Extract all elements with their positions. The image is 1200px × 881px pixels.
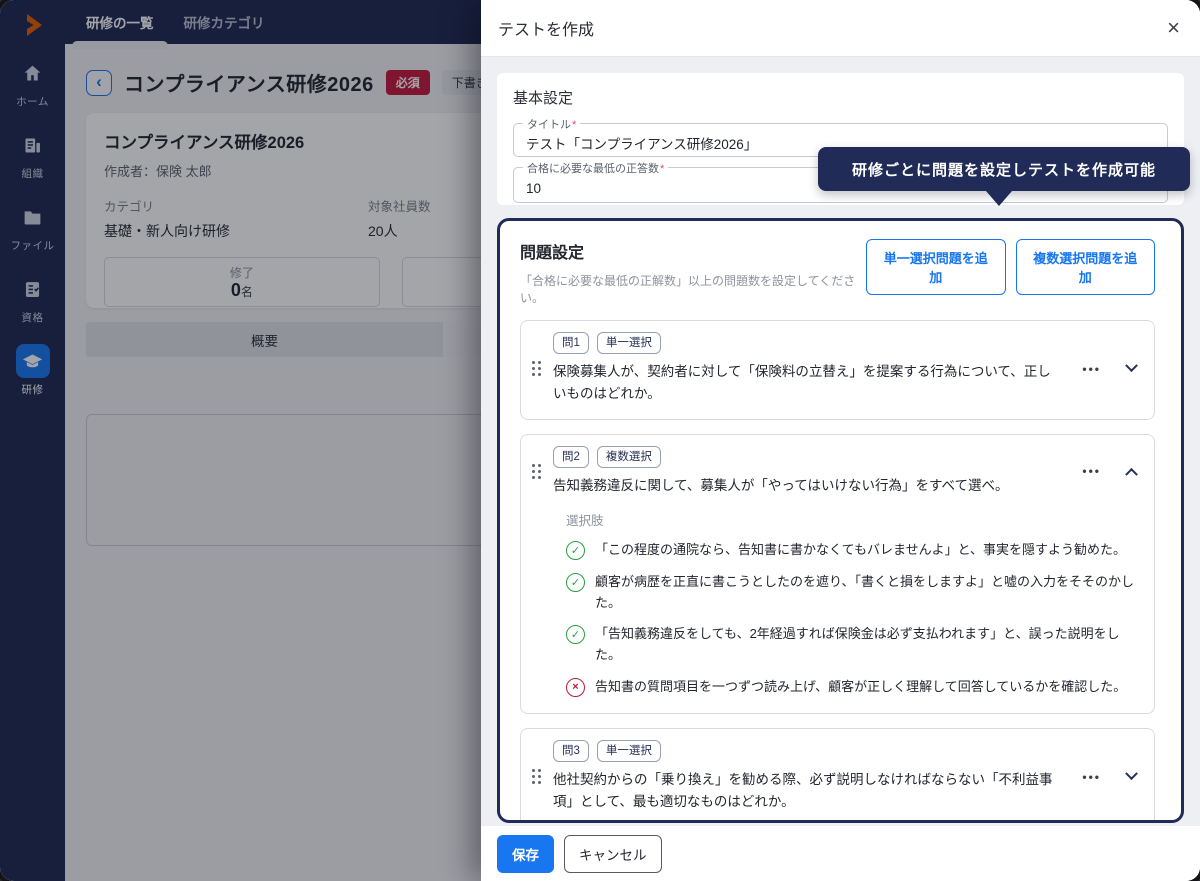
question-type-chip: 単一選択 bbox=[597, 332, 661, 354]
choice-row: ✓ 「告知義務違反をしても、2年経過すれば保険金は必ず支払われます」と、誤った説… bbox=[566, 624, 1140, 666]
add-multiple-choice-button[interactable]: 複数選択問題を追加 bbox=[1016, 239, 1155, 295]
correct-icon: ✓ bbox=[566, 573, 585, 592]
required-mark: * bbox=[660, 163, 664, 175]
modal-header: テストを作成 × bbox=[481, 0, 1200, 57]
more-menu-icon[interactable]: ••• bbox=[1082, 362, 1101, 376]
question-type-chip: 単一選択 bbox=[597, 740, 661, 762]
question-card-3: 問3 単一選択 他社契約からの「乗り換え」を勧める際、必ず説明しなければならない… bbox=[520, 728, 1155, 823]
question-number-chip: 問1 bbox=[553, 332, 589, 354]
question-card-2: 問2 複数選択 告知義務違反に関して、募集人が「やってはいけない行為」をすべて選… bbox=[520, 434, 1155, 714]
question-text: 保険募集人が、契約者に対して「保険料の立替え」を提案する行為について、正しいもの… bbox=[553, 361, 1058, 406]
more-menu-icon[interactable]: ••• bbox=[1082, 464, 1101, 478]
save-button[interactable]: 保存 bbox=[497, 835, 554, 873]
app-window: 研修の一覧 研修カテゴリ ホーム bbox=[0, 0, 1200, 881]
cancel-button[interactable]: キャンセル bbox=[564, 835, 662, 873]
question-text: 他社契約からの「乗り換え」を勧める際、必ず説明しなければならない「不利益事項」と… bbox=[553, 769, 1058, 814]
question-text: 告知義務違反に関して、募集人が「やってはいけない行為」をすべて選べ。 bbox=[553, 475, 1058, 497]
required-mark: * bbox=[572, 119, 576, 131]
feature-callout-text: 研修ごとに問題を設定しテストを作成可能 bbox=[852, 159, 1156, 180]
callout-pointer bbox=[986, 191, 1012, 206]
choice-row: × 告知書の質問項目を一つずつ読み上げ、顧客が正しく理解して回答しているかを確認… bbox=[566, 677, 1140, 698]
modal-title: テストを作成 bbox=[498, 16, 594, 40]
choice-row: ✓ 「この程度の通院なら、告知書に書かなくてもバレませんよ」と、事実を隠すよう勧… bbox=[566, 540, 1140, 561]
chevron-down-icon[interactable] bbox=[1125, 767, 1138, 780]
correct-icon: ✓ bbox=[566, 541, 585, 560]
create-test-modal: テストを作成 × 基本設定 タイトル* 合格に必要な最低の正答数* 研修ごとに問… bbox=[481, 0, 1200, 881]
score-field-label: 合格に必要な最低の正答数* bbox=[523, 160, 668, 176]
correct-icon: ✓ bbox=[566, 625, 585, 644]
drag-handle-icon[interactable] bbox=[532, 361, 541, 376]
drag-handle-icon[interactable] bbox=[532, 464, 541, 479]
chevron-down-icon[interactable] bbox=[1125, 360, 1138, 373]
question-card-1: 問1 単一選択 保険募集人が、契約者に対して「保険料の立替え」を提案する行為につ… bbox=[520, 320, 1155, 420]
question-settings-title: 問題設定 bbox=[520, 239, 866, 263]
close-icon[interactable]: × bbox=[1167, 17, 1180, 39]
add-single-choice-button[interactable]: 単一選択問題を追加 bbox=[866, 239, 1005, 295]
choice-row: ✓ 顧客が病歴を正直に書こうとしたのを遮り、「書くと損をしますよ」と嘘の入力をそ… bbox=[566, 572, 1140, 614]
question-number-chip: 問3 bbox=[553, 740, 589, 762]
drag-handle-icon[interactable] bbox=[532, 769, 541, 784]
incorrect-icon: × bbox=[566, 678, 585, 697]
modal-overlay bbox=[0, 0, 481, 881]
modal-footer: 保存 キャンセル bbox=[481, 826, 1200, 881]
feature-callout: 研修ごとに問題を設定しテストを作成可能 bbox=[818, 147, 1190, 191]
question-number-chip: 問2 bbox=[553, 446, 589, 468]
title-field-label: タイトル* bbox=[523, 116, 580, 132]
choices-label: 選択肢 bbox=[566, 510, 1140, 529]
question-settings-highlight-box: 問題設定 「合格に必要な最低の正解数」以上の問題数を設定してください。 単一選択… bbox=[497, 218, 1184, 823]
basic-settings-title: 基本設定 bbox=[513, 87, 1168, 108]
modal-body: 基本設定 タイトル* 合格に必要な最低の正答数* 研修ごとに問題を設定しテストを… bbox=[481, 57, 1200, 826]
background-page: 研修の一覧 研修カテゴリ ホーム bbox=[0, 0, 481, 881]
question-type-chip: 複数選択 bbox=[597, 446, 661, 468]
question-settings-hint: 「合格に必要な最低の正解数」以上の問題数を設定してください。 bbox=[520, 272, 866, 306]
chevron-up-icon[interactable] bbox=[1125, 468, 1138, 481]
more-menu-icon[interactable]: ••• bbox=[1082, 770, 1101, 784]
